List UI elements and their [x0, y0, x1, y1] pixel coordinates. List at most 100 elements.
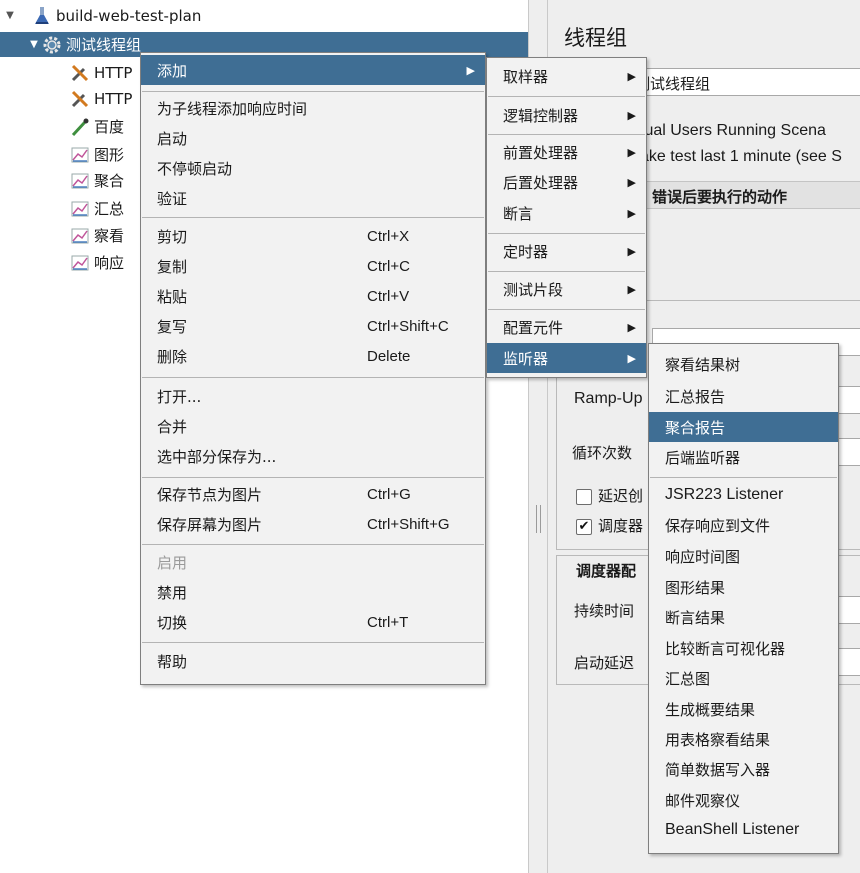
chart-icon [70, 199, 90, 219]
tree-node-label: 百度 [94, 118, 125, 136]
chart-icon [70, 145, 90, 165]
menu-item-label: 剪切 [157, 227, 188, 246]
tree-node-http-request[interactable]: HTTP [70, 60, 132, 85]
menu-item-label: 前置处理器 [503, 143, 579, 162]
page-title: 线程组 [564, 26, 627, 50]
submenu-item-timer[interactable]: 定时器 ▶ [487, 236, 646, 266]
submenu-item-assertion[interactable]: 断言 ▶ [487, 198, 646, 228]
submenu-item-listener[interactable]: 监听器 ▶ [487, 343, 646, 373]
add-submenu[interactable]: 取样器 ▶ 逻辑控制器 ▶ 前置处理器 ▶ 后置处理器 ▶ 断言 ▶ 定时器 ▶ 测试片段 ▶… [486, 57, 647, 378]
submenu-arrow-icon: ▶ [627, 145, 636, 159]
menu-item-paste[interactable]: 粘贴 Ctrl+V [141, 281, 485, 311]
menu-item-label: 汇总图 [665, 669, 711, 688]
listener-item-generate-summary-results[interactable]: 生成概要结果 [649, 694, 838, 724]
menu-item-help[interactable]: 帮助 [141, 646, 485, 676]
tree-node-listener[interactable]: 响应 [70, 250, 124, 275]
listener-item-view-results-table[interactable]: 用表格察看结果 [649, 724, 838, 754]
menu-item-add-response-time[interactable]: 为子线程添加响应时间 [141, 93, 485, 123]
menu-item-disable[interactable]: 禁用 [141, 577, 485, 607]
listener-item-mailer-visualizer[interactable]: 邮件观察仪 [649, 785, 838, 815]
menu-item-label: 保存屏幕为图片 [157, 515, 263, 534]
menu-item-duplicate[interactable]: 复写 Ctrl+Shift+C [141, 311, 485, 341]
listener-item-backend-listener[interactable]: 后端监听器 [649, 442, 838, 472]
tree-node-label: 图形 [94, 146, 125, 164]
menu-item-label: 添加 [157, 61, 188, 80]
menu-item-start-no-pauses[interactable]: 不停顿启动 [141, 153, 485, 183]
checkbox-box[interactable] [576, 488, 592, 505]
listener-item-jsr223[interactable]: JSR223 Listener [649, 480, 838, 510]
submenu-item-config-element[interactable]: 配置元件 ▶ [487, 312, 646, 342]
menu-item-toggle[interactable]: 切换 Ctrl+T [141, 607, 485, 637]
tree-node-listener[interactable]: 聚合 [70, 168, 124, 193]
menu-item-label: 验证 [157, 189, 188, 208]
menu-item-add[interactable]: 添加 ▶ [141, 55, 485, 85]
listener-item-graph-results[interactable]: 图形结果 [649, 572, 838, 602]
submenu-item-test-fragment[interactable]: 测试片段 ▶ [487, 274, 646, 304]
tree-node-listener[interactable]: 图形 [70, 142, 124, 167]
menu-item-delete[interactable]: 删除 Delete [141, 341, 485, 371]
checkbox-box[interactable]: ✔ [576, 518, 592, 535]
pipette-icon [70, 117, 90, 137]
menu-item-label: 后置处理器 [503, 173, 579, 192]
menu-item-merge[interactable]: 合并 [141, 411, 485, 441]
tree-node-test-plan[interactable]: ▼ build-web-test-plan [2, 3, 201, 28]
listener-item-assertion-results[interactable]: 断言结果 [649, 602, 838, 632]
tree-node-http-request[interactable]: HTTP [70, 86, 132, 111]
listener-item-compare-assertion-visualizer[interactable]: 比较断言可视化器 [649, 633, 838, 663]
listener-item-simple-data-writer[interactable]: 简单数据写入器 [649, 754, 838, 784]
name-field[interactable]: 测试线程组 [628, 68, 860, 96]
listener-item-save-responses[interactable]: 保存响应到文件 [649, 510, 838, 540]
menu-item-open[interactable]: 打开... [141, 381, 485, 411]
scheduler-checkbox[interactable]: ✔ 调度器 [576, 515, 643, 536]
tree-node-listener[interactable]: 汇总 [70, 196, 124, 221]
chart-icon [70, 226, 90, 246]
menu-item-label: 复制 [157, 257, 188, 276]
menu-item-label: 为子线程添加响应时间 [157, 99, 308, 118]
submenu-item-preprocessor[interactable]: 前置处理器 ▶ [487, 137, 646, 167]
menu-item-label: 断言 [503, 204, 534, 223]
listener-item-response-time-graph[interactable]: 响应时间图 [649, 541, 838, 571]
submenu-item-sampler[interactable]: 取样器 ▶ [487, 61, 646, 91]
listener-submenu[interactable]: 察看结果树 汇总报告 聚合报告 后端监听器 JSR223 Listener 保存… [648, 343, 839, 854]
delay-thread-creation-checkbox[interactable]: 延迟创 [576, 485, 643, 506]
context-menu[interactable]: 添加 ▶ 为子线程添加响应时间 启动 不停顿启动 验证 剪切 Ctrl+X 复制 C… [140, 52, 486, 685]
menu-item-label: 简单数据写入器 [665, 760, 771, 779]
menu-item-copy[interactable]: 复制 Ctrl+C [141, 251, 485, 281]
checkbox-label: 延迟创 [598, 487, 644, 505]
menu-item-cut[interactable]: 剪切 Ctrl+X [141, 221, 485, 251]
tree-node-label: build-web-test-plan [56, 6, 202, 25]
checkbox-label: 调度器 [598, 517, 644, 535]
listener-item-summary-report[interactable]: 汇总报告 [649, 381, 838, 411]
menu-item-label: 保存响应到文件 [665, 516, 771, 535]
menu-item-label: 图形结果 [665, 578, 726, 597]
tree-node-listener[interactable]: 察看 [70, 223, 124, 248]
tree-node-label: HTTP [94, 89, 133, 108]
submenu-item-logic-controller[interactable]: 逻辑控制器 ▶ [487, 100, 646, 130]
gear-icon [42, 35, 62, 55]
menu-item-save-screen-as-image[interactable]: 保存屏幕为图片 Ctrl+Shift+G [141, 509, 485, 539]
listener-item-view-results-tree[interactable]: 察看结果树 [649, 349, 838, 379]
menu-item-start[interactable]: 启动 [141, 123, 485, 153]
menu-item-label: 后端监听器 [665, 448, 741, 467]
menu-item-label: 定时器 [503, 242, 549, 261]
menu-item-validate[interactable]: 验证 [141, 183, 485, 213]
listener-item-beanshell-listener[interactable]: BeanShell Listener [649, 815, 838, 845]
listener-item-summary-graph[interactable]: 汇总图 [649, 663, 838, 693]
menu-item-save-selection-as[interactable]: 选中部分保存为... [141, 441, 485, 471]
divider-grip[interactable] [536, 505, 541, 533]
comments-field[interactable]: tual Users Running Scena ake test last 1… [628, 116, 860, 172]
collapse-arrow-icon[interactable]: ▼ [26, 39, 42, 50]
submenu-arrow-icon: ▶ [627, 108, 636, 122]
tree-node-label: 测试线程组 [66, 36, 142, 54]
menu-item-label: 切换 [157, 613, 188, 632]
listener-item-aggregate-report[interactable]: 聚合报告 [649, 412, 838, 442]
menu-item-save-node-as-image[interactable]: 保存节点为图片 Ctrl+G [141, 479, 485, 509]
menu-item-label: 配置元件 [503, 318, 564, 337]
shortcut-label: Ctrl+X [367, 227, 410, 245]
tree-node-extractor[interactable]: 百度 [70, 114, 124, 139]
submenu-item-postprocessor[interactable]: 后置处理器 ▶ [487, 167, 646, 197]
menu-item-label: 合并 [157, 417, 188, 436]
menu-item-label: 比较断言可视化器 [665, 639, 786, 658]
collapse-arrow-icon[interactable]: ▼ [2, 10, 18, 21]
submenu-arrow-icon: ▶ [627, 206, 636, 220]
